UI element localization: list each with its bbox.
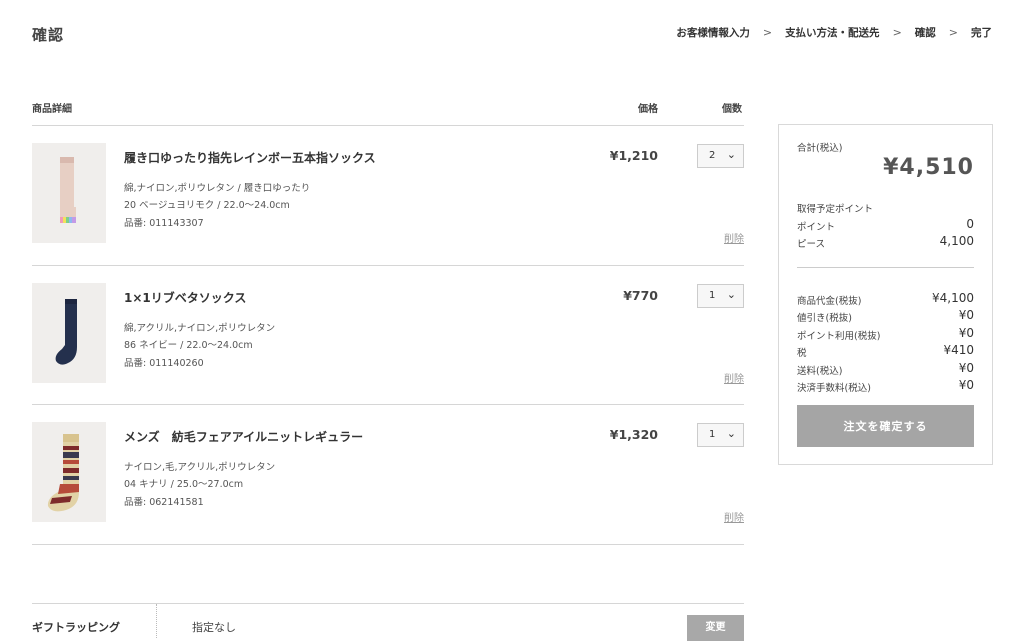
divider bbox=[156, 604, 157, 638]
product-variant: 86 ネイビー / 22.0〜24.0cm bbox=[124, 340, 253, 351]
quantity-value: 2 bbox=[709, 150, 716, 161]
tax-label: 税 bbox=[797, 348, 807, 359]
delete-link[interactable]: 削除 bbox=[724, 370, 744, 385]
step-customer-info: お客様情報入力 bbox=[676, 27, 750, 39]
total-value: ¥4,510 bbox=[883, 155, 974, 180]
step-confirm: 確認 bbox=[914, 27, 936, 39]
piece-value: 4,100 bbox=[939, 234, 974, 248]
navy-rib-sock-icon bbox=[32, 283, 106, 383]
quantity-select[interactable]: 2 ⌄ bbox=[697, 144, 744, 168]
points-used-label: ポイント利用(税抜) bbox=[797, 331, 881, 342]
total-label: 合計(税込) bbox=[797, 143, 843, 154]
points-value: 0 bbox=[966, 217, 974, 231]
payment-fee-label: 決済手数料(税込) bbox=[797, 383, 871, 394]
tax-value: ¥410 bbox=[943, 343, 974, 357]
step-payment-shipping: 支払い方法・配送先 bbox=[785, 27, 880, 39]
product-price: ¥770 bbox=[623, 288, 658, 303]
chevron-right-icon: > bbox=[892, 26, 902, 39]
chevron-right-icon: > bbox=[948, 26, 958, 39]
product-image[interactable] bbox=[32, 143, 106, 243]
product-name[interactable]: 1×1リブベタソックス bbox=[124, 289, 246, 306]
product-sku: 品番: 011143307 bbox=[124, 218, 204, 229]
shipping-value: ¥0 bbox=[958, 361, 974, 375]
gift-wrapping-label: ギフトラッピング bbox=[32, 621, 120, 634]
divider bbox=[32, 603, 744, 604]
quantity-select[interactable]: 1 ⌄ bbox=[697, 284, 744, 308]
shipping-label: 送料(税込) bbox=[797, 366, 843, 377]
quantity-select[interactable]: 1 ⌄ bbox=[697, 423, 744, 447]
delete-link[interactable]: 削除 bbox=[724, 230, 744, 245]
chevron-down-icon: ⌄ bbox=[726, 427, 736, 440]
product-image[interactable] bbox=[32, 422, 106, 522]
column-header-details: 商品詳細 bbox=[32, 104, 72, 115]
page-title: 確認 bbox=[32, 26, 65, 44]
product-variant: 04 キナリ / 25.0〜27.0cm bbox=[124, 479, 244, 490]
divider bbox=[32, 544, 744, 545]
piece-label: ピース bbox=[797, 239, 826, 250]
points-title: 取得予定ポイント bbox=[797, 204, 874, 215]
fair-isle-sock-icon bbox=[32, 422, 106, 522]
product-image[interactable] bbox=[32, 283, 106, 383]
chevron-down-icon: ⌄ bbox=[726, 288, 736, 301]
cart-item: 履き口ゆったり指先レインボー五本指ソックス 綿,ナイロン,ポリウレタン / 履き… bbox=[32, 125, 744, 264]
chevron-right-icon: > bbox=[762, 26, 773, 39]
discount-label: 値引き(税抜) bbox=[797, 313, 852, 324]
subtotal-value: ¥4,100 bbox=[932, 291, 974, 305]
order-summary: 合計(税込) ¥4,510 取得予定ポイント ポイント 0 ピース 4,100 … bbox=[778, 124, 993, 465]
points-used-value: ¥0 bbox=[958, 326, 974, 340]
points-label: ポイント bbox=[797, 222, 836, 233]
product-variant: 20 ベージュヨリモク / 22.0〜24.0cm bbox=[124, 200, 290, 211]
change-button[interactable]: 変更 bbox=[687, 615, 744, 641]
quantity-value: 1 bbox=[709, 429, 716, 440]
cart-item: メンズ 紡毛フェアアイルニットレギュラー ナイロン,毛,アクリル,ポリウレタン … bbox=[32, 404, 744, 543]
cart-item: 1×1リブベタソックス 綿,アクリル,ナイロン,ポリウレタン 86 ネイビー /… bbox=[32, 265, 744, 404]
confirm-order-button[interactable]: 注文を確定する bbox=[797, 405, 974, 447]
product-price: ¥1,210 bbox=[609, 148, 658, 163]
column-header-price: 価格 bbox=[638, 104, 658, 115]
product-price: ¥1,320 bbox=[609, 427, 658, 442]
product-name[interactable]: メンズ 紡毛フェアアイルニットレギュラー bbox=[124, 428, 363, 445]
product-sku: 品番: 062141581 bbox=[124, 497, 204, 508]
gift-wrapping-value: 指定なし bbox=[192, 621, 236, 634]
product-material: 綿,アクリル,ナイロン,ポリウレタン bbox=[124, 323, 276, 334]
subtotal-label: 商品代金(税抜) bbox=[797, 296, 862, 307]
checkout-steps: お客様情報入力 > 支払い方法・配送先 > 確認 > 完了 bbox=[676, 25, 992, 40]
discount-value: ¥0 bbox=[958, 308, 974, 322]
payment-fee-value: ¥0 bbox=[958, 378, 974, 392]
divider bbox=[797, 267, 974, 268]
quantity-value: 1 bbox=[709, 290, 716, 301]
chevron-down-icon: ⌄ bbox=[726, 148, 736, 161]
rainbow-toe-sock-icon bbox=[32, 143, 106, 243]
product-sku: 品番: 011140260 bbox=[124, 358, 204, 369]
product-material: 綿,ナイロン,ポリウレタン / 履き口ゆったり bbox=[124, 183, 311, 194]
step-complete: 完了 bbox=[971, 27, 992, 39]
column-header-qty: 個数 bbox=[722, 104, 742, 115]
delete-link[interactable]: 削除 bbox=[724, 509, 744, 524]
product-name[interactable]: 履き口ゆったり指先レインボー五本指ソックス bbox=[124, 149, 376, 166]
product-material: ナイロン,毛,アクリル,ポリウレタン bbox=[124, 462, 276, 473]
